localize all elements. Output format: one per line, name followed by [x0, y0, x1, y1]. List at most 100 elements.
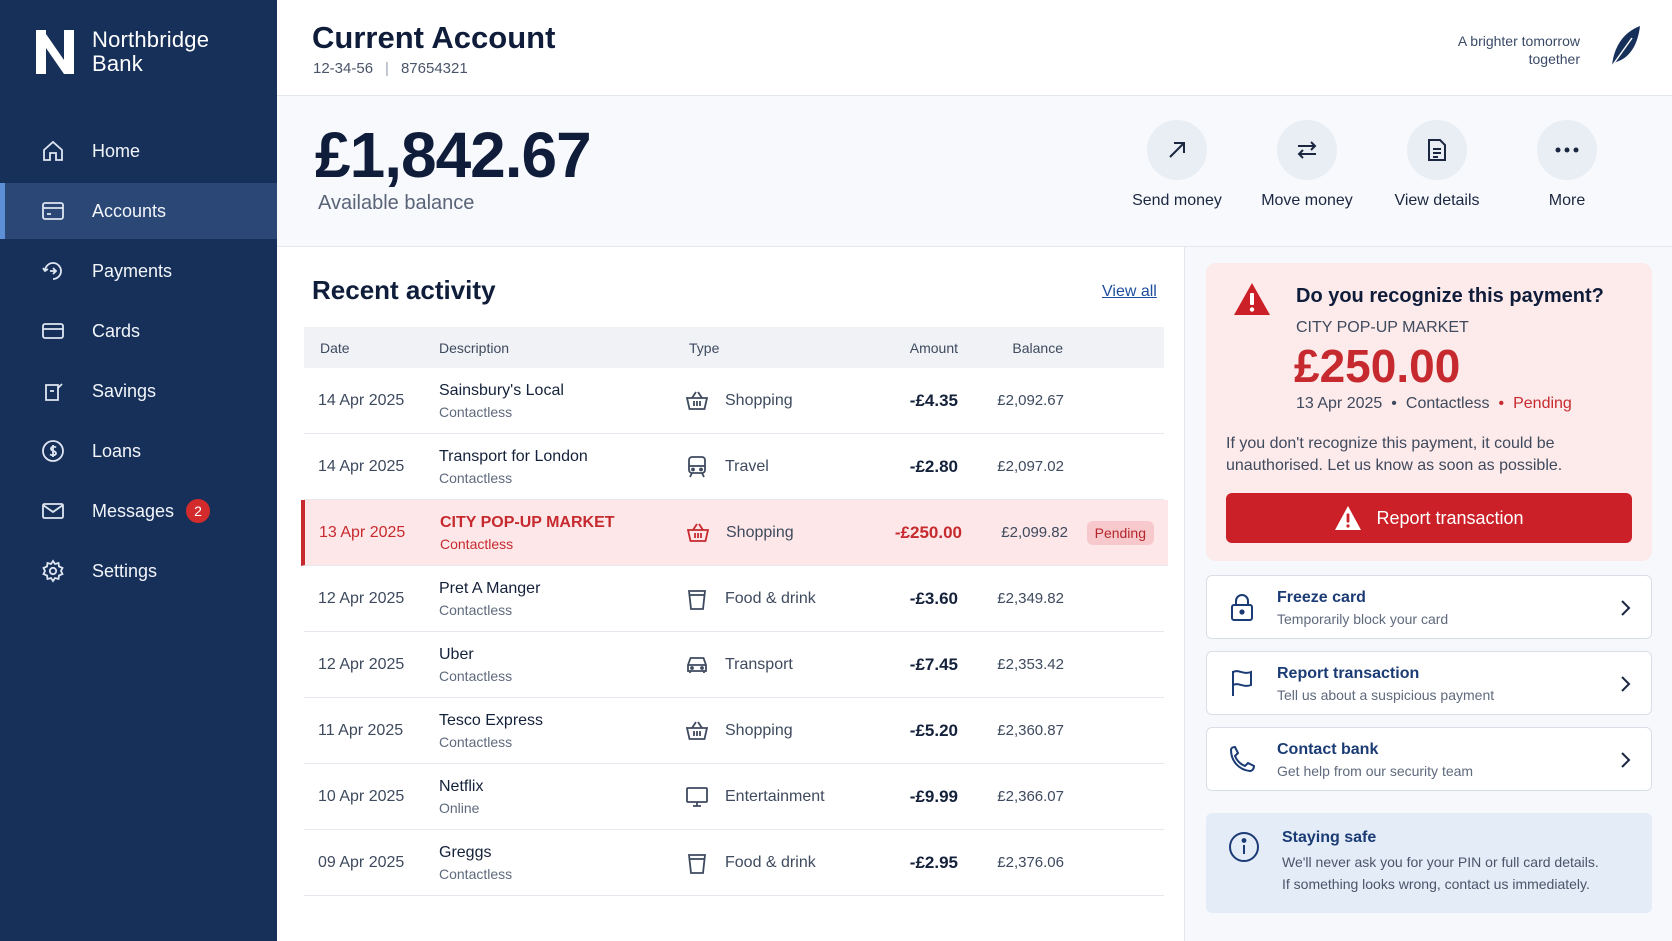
transaction-amount: -£4.35	[909, 390, 958, 410]
transaction-description: Greggs Contactless	[439, 830, 512, 895]
bank-logo[interactable]: Northbridge Bank	[36, 28, 209, 76]
transaction-method: Contactless	[439, 403, 513, 420]
transaction-type-label: Transport	[725, 655, 793, 673]
move-money-button[interactable]: Move money	[1242, 120, 1372, 210]
document-icon	[1428, 139, 1446, 161]
column-header-date[interactable]: Date	[320, 340, 350, 356]
transaction-method: Contactless	[439, 469, 513, 486]
loans-icon	[40, 438, 66, 464]
bank-name-line1: Northbridge	[92, 27, 210, 52]
alert-date: 13 Apr 2025	[1296, 395, 1383, 412]
transaction-method: Contactless	[439, 601, 513, 618]
basket-icon	[686, 521, 710, 545]
column-header-description[interactable]: Description	[439, 340, 509, 356]
transaction-date: 13 Apr 2025	[319, 523, 406, 541]
table-row-pending[interactable]: 13 Apr 2025 CITY POP-UP MARKET Contactle…	[301, 500, 1168, 566]
contact-bank-option[interactable]: Contact bank Get help from our security …	[1206, 727, 1652, 791]
swap-arrows-icon	[1297, 141, 1317, 159]
transaction-description: Sainsbury's Local Contactless	[439, 368, 564, 433]
alert-method: Contactless	[1405, 395, 1490, 412]
report-transaction-subtitle: Tell us about a suspicious payment	[1277, 687, 1495, 703]
transaction-type: Entertainment	[685, 764, 825, 829]
send-money-circle	[1147, 120, 1207, 180]
move-money-circle	[1277, 120, 1337, 180]
alert-meta: 13 Apr 2025 • Contactless • Pending	[1296, 395, 1572, 413]
transaction-type: Food & drink	[685, 830, 816, 895]
sidebar-item-settings[interactable]: Settings	[0, 543, 277, 599]
account-numbers: 12-34-56 | 87654321	[313, 60, 468, 77]
payment-alert-card: Do you recognize this payment? CITY POP-…	[1206, 263, 1652, 561]
warning-icon	[1335, 506, 1362, 530]
sidebar-item-loans[interactable]: Loans	[0, 423, 277, 479]
alert-amount: £250.00	[1294, 340, 1461, 392]
bank-name-line2: Bank	[92, 51, 143, 76]
more-button[interactable]: More	[1502, 120, 1632, 210]
table-row[interactable]: 14 Apr 2025 Transport for London Contact…	[304, 434, 1164, 500]
report-transaction-button[interactable]: Report transaction	[1226, 493, 1632, 543]
transaction-balance: £2,353.42	[997, 656, 1064, 673]
more-label: More	[1548, 192, 1586, 209]
transaction-merchant: Netflix	[439, 777, 484, 795]
transaction-balance: £2,360.87	[997, 722, 1064, 739]
view-details-circle	[1407, 120, 1467, 180]
payments-icon	[40, 258, 66, 284]
account-number: 87654321	[400, 60, 468, 77]
sidebar-item-label: Loans	[92, 440, 142, 461]
sidebar-item-home[interactable]: Home	[0, 123, 277, 179]
transaction-type: Shopping	[686, 500, 794, 565]
flag-icon	[1232, 670, 1252, 696]
staying-safe-text: We'll never ask you for your PIN or full…	[1282, 851, 1642, 895]
alert-meta-separator: •	[1498, 395, 1505, 412]
monitor-icon	[685, 785, 709, 809]
move-money-label: Move money	[1261, 192, 1353, 209]
transaction-date: 14 Apr 2025	[318, 391, 405, 409]
column-header-balance[interactable]: Balance	[1012, 340, 1063, 356]
card-icon	[40, 318, 66, 344]
cup-icon	[685, 587, 709, 611]
sidebar-item-label: Messages	[92, 500, 175, 521]
sidebar: Northbridge Bank Home Accounts Payments	[0, 0, 277, 941]
transaction-date: 10 Apr 2025	[318, 787, 405, 805]
sidebar-item-accounts[interactable]: Accounts	[0, 183, 277, 239]
table-row[interactable]: 11 Apr 2025 Tesco Express Contactless Sh…	[304, 698, 1164, 764]
table-row[interactable]: 14 Apr 2025 Sainsbury's Local Contactles…	[304, 368, 1164, 434]
view-all-link[interactable]: View all	[1102, 283, 1157, 301]
recent-activity-title: Recent activity	[312, 275, 496, 305]
basket-icon	[685, 719, 709, 743]
transaction-method: Contactless	[440, 535, 514, 552]
table-row[interactable]: 10 Apr 2025 Netflix Online Entertainment…	[304, 764, 1164, 830]
account-numbers-separator: |	[385, 60, 389, 77]
table-row[interactable]: 09 Apr 2025 Greggs Contactless Food & dr…	[304, 830, 1164, 896]
transaction-type: Travel	[685, 434, 769, 499]
table-row[interactable]: 12 Apr 2025 Uber Contactless Transport -…	[304, 632, 1164, 698]
table-header: Date Description Type Amount Balance	[304, 327, 1164, 368]
brand-tagline: A brighter tomorrow together	[1380, 32, 1580, 68]
train-icon	[685, 455, 709, 479]
report-transaction-option[interactable]: Report transaction Tell us about a suspi…	[1206, 651, 1652, 715]
column-header-amount[interactable]: Amount	[910, 340, 958, 356]
view-details-label: View details	[1394, 192, 1480, 209]
sidebar-item-messages[interactable]: Messages 2	[0, 483, 277, 539]
send-money-button[interactable]: Send money	[1112, 120, 1242, 210]
transaction-amount: -£9.99	[909, 786, 958, 806]
staying-safe-info: Staying safe We'll never ask you for you…	[1206, 813, 1652, 913]
security-panel: Do you recognize this payment? CITY POP-…	[1186, 247, 1672, 941]
column-header-type[interactable]: Type	[689, 340, 719, 356]
chevron-right-icon	[1621, 676, 1631, 692]
transaction-method: Online	[439, 799, 480, 816]
pending-status-badge: Pending	[1086, 521, 1154, 545]
sidebar-item-payments[interactable]: Payments	[0, 243, 277, 299]
sidebar-item-cards[interactable]: Cards	[0, 303, 277, 359]
available-balance: £1,842.67	[315, 119, 592, 191]
sidebar-item-savings[interactable]: Savings	[0, 363, 277, 419]
view-details-button[interactable]: View details	[1372, 120, 1502, 210]
mail-icon	[40, 498, 66, 524]
table-row[interactable]: 12 Apr 2025 Pret A Manger Contactless Fo…	[304, 566, 1164, 632]
alert-status: Pending	[1513, 395, 1572, 412]
transaction-date: 09 Apr 2025	[318, 853, 405, 871]
transaction-merchant: Tesco Express	[439, 711, 544, 729]
page-title: Current Account	[312, 20, 556, 55]
report-transaction-button-label: Report transaction	[1376, 507, 1524, 528]
freeze-card-option[interactable]: Freeze card Temporarily block your card	[1206, 575, 1652, 639]
transaction-merchant: Uber	[439, 645, 474, 663]
